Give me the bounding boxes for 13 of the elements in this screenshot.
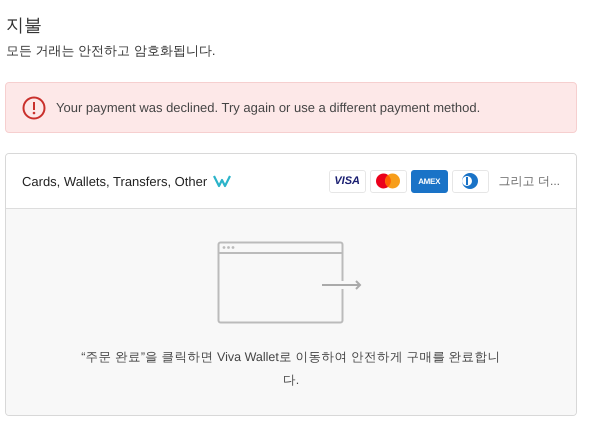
- warning-icon: [22, 96, 46, 120]
- mastercard-logo-icon: [370, 170, 407, 192]
- page-title: 지불: [6, 14, 43, 37]
- payment-method-card[interactable]: Cards, Wallets, Transfers, Other VISA AMEX 그리고 더... “주문 완료”을 클릭하면 Viva Wallet로 이동하여 안전하게 구매를 완료합니다.: [5, 153, 577, 416]
- more-methods-text: 그리고 더...: [498, 172, 560, 190]
- alert-message: Your payment was declined. Try again or use a different payment method.: [56, 100, 480, 115]
- payment-method-label: Cards, Wallets, Transfers, Other: [22, 174, 208, 188]
- security-note: 모든 거래는 안전하고 암호화됩니다.: [6, 42, 216, 60]
- redirect-message: “주문 완료”을 클릭하면 Viva Wallet로 이동하여 안전하게 구매를 완료합니다.: [81, 349, 501, 389]
- amex-logo: AMEX: [410, 170, 448, 192]
- wallet-logo-icon: [212, 174, 232, 188]
- diners-logo-icon: [452, 170, 489, 192]
- visa-logo: VISA: [328, 170, 366, 192]
